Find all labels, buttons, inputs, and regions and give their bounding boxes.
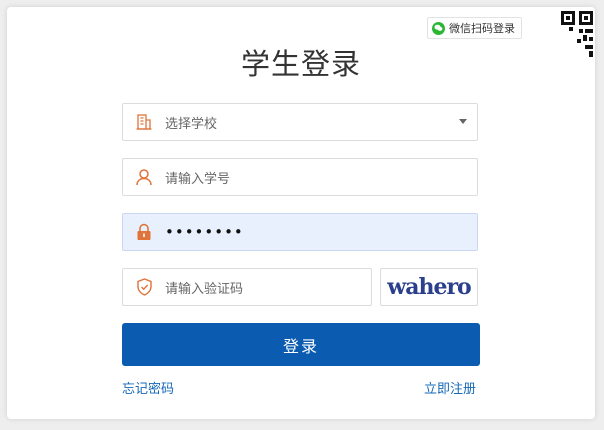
captcha-placeholder: 请输入验证码 — [165, 281, 244, 297]
captcha-image[interactable]: wahero — [380, 268, 478, 306]
login-card: 微信扫码登录 学生登录 选择学校 请输入学号 •••••••• 请输入验证码 w… — [7, 7, 595, 419]
forgot-password-link[interactable]: 忘记密码 — [122, 378, 174, 397]
shield-icon — [123, 278, 165, 296]
page-title: 学生登录 — [240, 47, 361, 81]
school-select[interactable]: 选择学校 — [122, 103, 478, 141]
captcha-image-text: wahero — [387, 274, 471, 300]
password-value: •••••••• — [165, 223, 244, 241]
register-link[interactable]: 立即注册 — [424, 378, 476, 397]
student-id-placeholder: 请输入学号 — [165, 171, 231, 187]
password-input[interactable]: •••••••• — [122, 213, 478, 251]
student-id-input[interactable]: 请输入学号 — [122, 158, 478, 196]
wechat-login-label: 微信扫码登录 — [449, 22, 515, 35]
wechat-icon — [432, 21, 445, 35]
captcha-input[interactable]: 请输入验证码 — [122, 268, 372, 306]
login-button[interactable]: 登录 — [122, 323, 480, 366]
school-select-placeholder: 选择学校 — [165, 116, 218, 132]
caret-down-icon — [459, 119, 467, 124]
lock-icon — [123, 223, 165, 241]
wechat-login-tag[interactable]: 微信扫码登录 — [427, 17, 522, 39]
building-icon — [123, 113, 165, 131]
user-icon — [123, 168, 165, 186]
